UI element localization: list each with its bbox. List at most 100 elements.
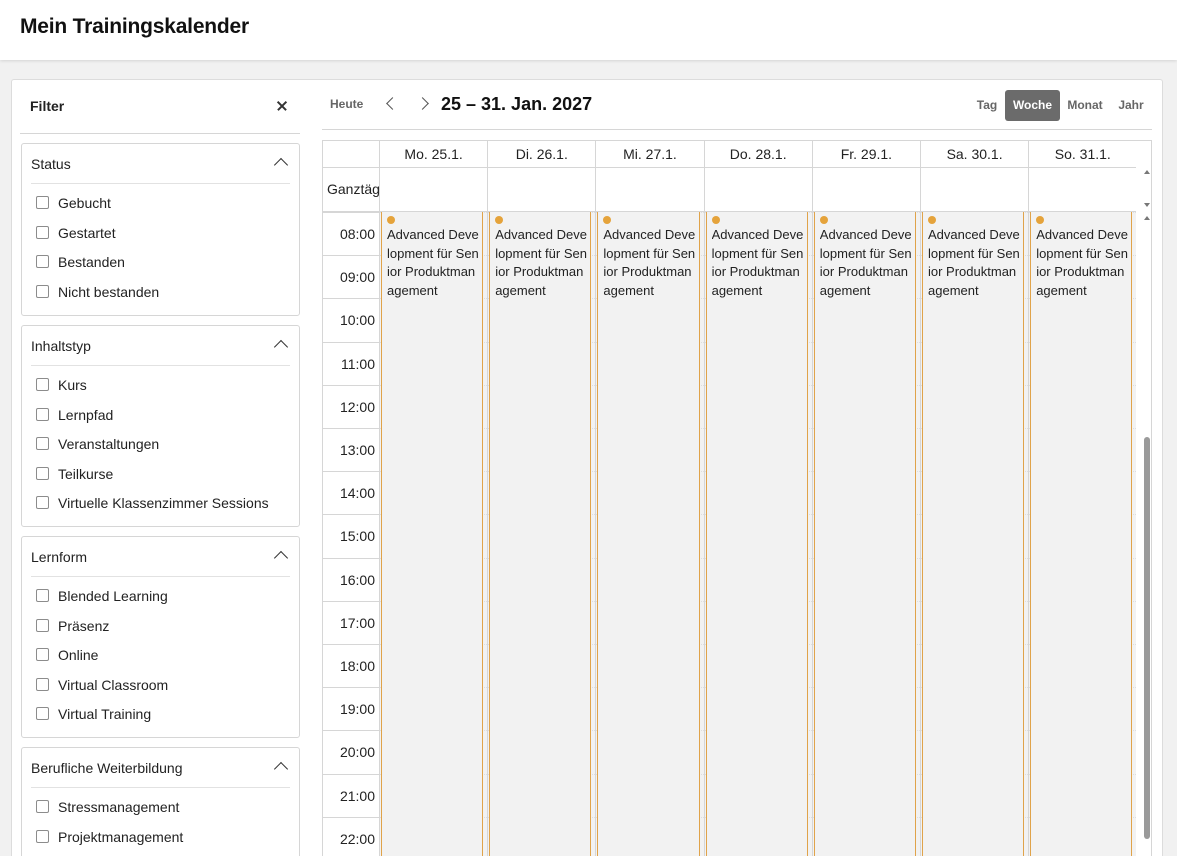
time-slot-label: 14:00 — [323, 471, 379, 514]
filter-option-teilkurse[interactable]: Teilkurse — [22, 459, 299, 489]
time-slot-label: 19:00 — [323, 687, 379, 730]
view-button-woche[interactable]: Woche — [1005, 90, 1060, 121]
filter-option-praesenz[interactable]: Präsenz — [22, 611, 299, 641]
checkbox[interactable] — [36, 255, 49, 269]
day-header[interactable]: So. 31.1. — [1028, 141, 1136, 167]
allday-cell[interactable] — [920, 168, 1028, 212]
day-header[interactable]: Do. 28.1. — [703, 141, 812, 167]
chevron-right-icon[interactable] — [416, 97, 429, 110]
allday-cell[interactable] — [595, 168, 703, 212]
filter-option-gestartet[interactable]: Gestartet — [22, 218, 299, 248]
close-icon[interactable] — [272, 96, 292, 116]
filter-group-lernform: Lernform Blended Learning Präsenz Online… — [21, 536, 300, 738]
scroll-down-icon[interactable] — [1144, 203, 1150, 207]
event-card[interactable]: Advanced Development für Senior Produktm… — [922, 212, 1025, 856]
filter-group-title: Lernform — [31, 549, 88, 565]
time-slot-label: 22:00 — [323, 816, 379, 856]
view-button-monat[interactable]: Monat — [1063, 90, 1107, 121]
day-header[interactable]: Di. 26.1. — [487, 141, 595, 167]
day-header[interactable]: Sa. 30.1. — [920, 141, 1028, 167]
filter-option-virtuelle-klassenzimmer[interactable]: Virtuelle Klassenzimmer Sessions — [22, 488, 299, 518]
filter-option-nicht-bestanden[interactable]: Nicht bestanden — [22, 277, 299, 307]
time-label: 22:00 — [339, 830, 375, 847]
filter-option-lernpfad[interactable]: Lernpfad — [22, 400, 299, 430]
checkbox[interactable] — [36, 378, 49, 391]
allday-scrollbar[interactable] — [1143, 167, 1151, 211]
checkbox[interactable] — [36, 196, 49, 209]
filter-option-kurs[interactable]: Kurs — [22, 370, 299, 400]
filter-group-header[interactable]: Status — [31, 144, 290, 184]
filter-option-blended-learning[interactable]: Blended Learning — [22, 581, 299, 611]
time-slot-label: 17:00 — [323, 600, 379, 644]
event-card[interactable]: Advanced Development für Senior Produktm… — [381, 212, 484, 856]
checkbox[interactable] — [36, 800, 49, 813]
checkbox[interactable] — [36, 496, 49, 510]
calendar-toolbar: Heute 25 – 31. Jan. 2027 Tag Woche Monat… — [322, 82, 1152, 130]
view-button-tag[interactable]: Tag — [972, 90, 1002, 121]
scroll-up-icon[interactable] — [1144, 216, 1150, 220]
checkbox[interactable] — [36, 466, 49, 480]
filter-option-bestanden[interactable]: Bestanden — [22, 247, 299, 277]
event-status-dot — [819, 216, 828, 224]
today-button[interactable]: Heute — [330, 97, 363, 111]
event-card[interactable]: Advanced Development für Senior Produktm… — [1030, 212, 1133, 856]
event-card[interactable]: Advanced Development für Senior Produktm… — [597, 212, 700, 856]
filter-group-header[interactable]: Lernform — [31, 537, 290, 577]
filter-title: Filter — [30, 98, 65, 114]
filter-option-veranstaltungen[interactable]: Veranstaltungen — [22, 429, 299, 459]
filter-option-label: Teilkurse — [58, 465, 114, 482]
scroll-up-icon[interactable] — [1144, 170, 1150, 174]
filter-option-label: Gebucht — [58, 195, 111, 211]
filter-option-gebucht[interactable]: Gebucht — [22, 188, 299, 218]
day-header[interactable]: Mi. 27.1. — [595, 141, 703, 167]
filter-option-projektmanagement[interactable]: Projektmanagement — [22, 822, 299, 852]
chevron-up-icon[interactable] — [273, 550, 289, 566]
checkbox[interactable] — [36, 225, 49, 239]
filter-option-stressmanagement[interactable]: Stressmanagement — [22, 792, 299, 822]
filter-option-virtual-classroom[interactable]: Virtual Classroom — [22, 670, 299, 700]
scrollbar-thumb[interactable] — [1144, 437, 1150, 839]
page-title: Mein Trainingskalender — [20, 15, 249, 38]
filter-option-label: Online — [58, 647, 99, 664]
checkbox[interactable] — [36, 829, 49, 843]
filter-group-header[interactable]: Berufliche Weiterbildung — [31, 748, 290, 788]
day-header[interactable]: Fr. 29.1. — [811, 141, 920, 167]
allday-cell[interactable] — [1028, 168, 1136, 212]
filter-option-online[interactable]: Online — [22, 640, 299, 670]
chevron-up-icon[interactable] — [273, 339, 289, 355]
time-slot-label: 10:00 — [323, 298, 379, 341]
checkbox[interactable] — [36, 707, 49, 721]
allday-cell[interactable] — [811, 168, 920, 212]
time-slot-label: 12:00 — [323, 384, 379, 428]
filter-group-header[interactable]: Inhaltstyp — [31, 326, 290, 366]
chevron-up-icon[interactable] — [273, 761, 289, 777]
event-card[interactable]: Advanced Development für Senior Produktm… — [489, 212, 592, 856]
filter-group-title: Status — [31, 156, 71, 172]
event-title: Advanced Development für Senior Produktm… — [1036, 227, 1128, 298]
checkbox[interactable] — [36, 589, 49, 602]
view-button-jahr[interactable]: Jahr — [1114, 90, 1148, 121]
day-header[interactable]: Mo. 25.1. — [379, 141, 487, 167]
event-title: Advanced Development für Senior Produktm… — [387, 227, 479, 298]
checkbox[interactable] — [36, 648, 49, 662]
chevron-left-icon[interactable] — [386, 97, 399, 110]
time-slot-label: 11:00 — [323, 341, 379, 385]
time-slot-label: 13:00 — [323, 428, 379, 471]
allday-cell[interactable] — [487, 168, 595, 212]
chevron-up-icon[interactable] — [273, 157, 289, 173]
time-label: 10:00 — [339, 312, 375, 329]
event-status-dot — [387, 216, 395, 224]
event-card[interactable]: Advanced Development für Senior Produktm… — [705, 212, 808, 856]
filter-option-label: Virtual Training — [58, 706, 152, 723]
checkbox[interactable] — [36, 618, 49, 632]
checkbox[interactable] — [36, 284, 49, 298]
filter-group-status: Status Gebucht Gestartet Bestanden Nicht… — [21, 143, 300, 316]
allday-cell[interactable] — [379, 168, 487, 212]
checkbox[interactable] — [36, 437, 49, 451]
time-label: 16:00 — [339, 571, 375, 588]
event-card[interactable]: Advanced Development für Senior Produktm… — [813, 212, 916, 856]
checkbox[interactable] — [36, 407, 49, 421]
filter-option-virtual-training[interactable]: Virtual Training — [22, 699, 299, 729]
allday-cell[interactable] — [703, 168, 812, 212]
checkbox[interactable] — [36, 677, 49, 691]
